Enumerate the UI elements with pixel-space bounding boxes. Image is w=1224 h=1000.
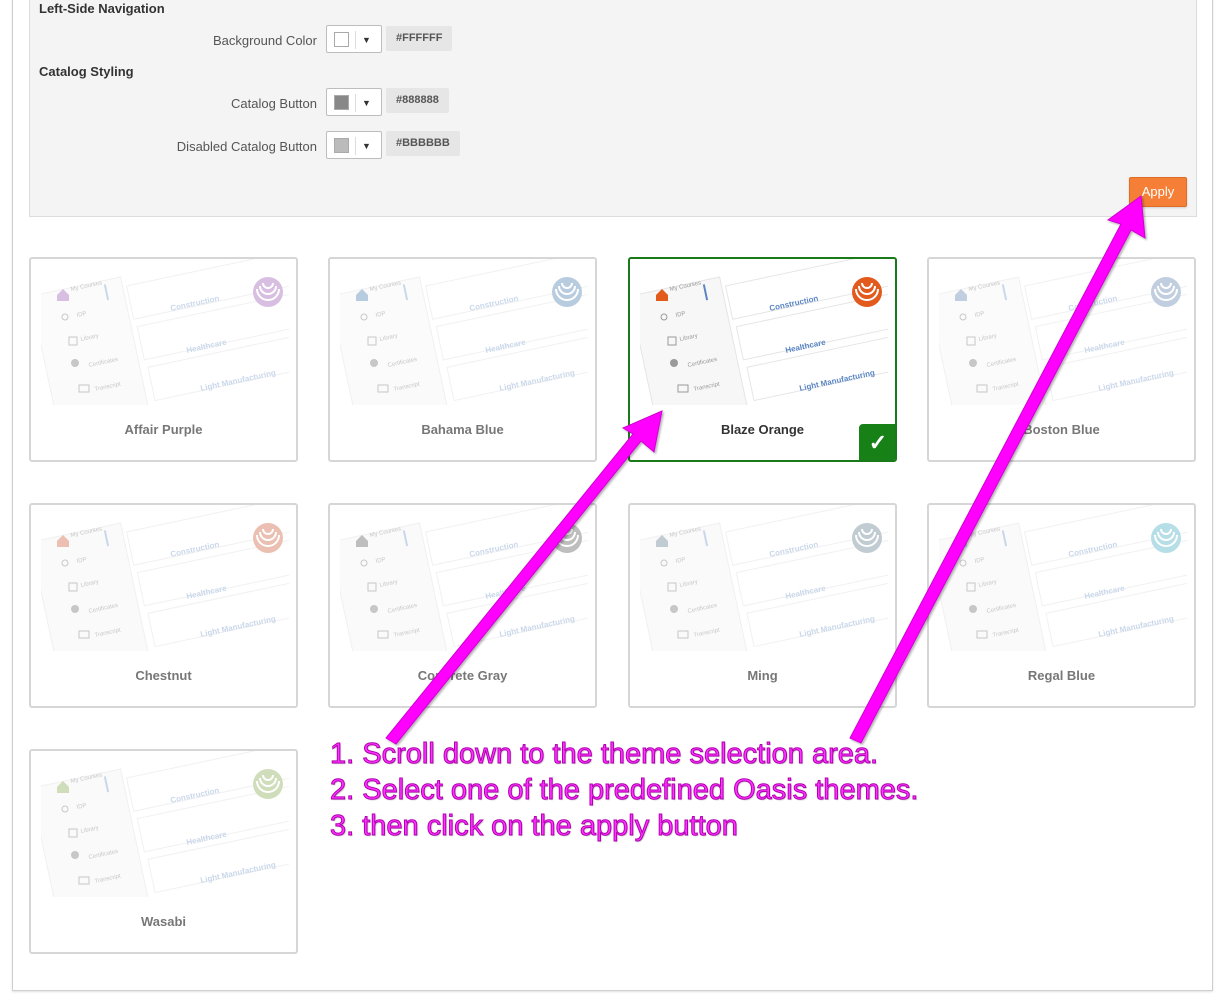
catalog-button-label: Catalog Button [230, 96, 317, 111]
theme-logo-icon [552, 523, 582, 553]
theme-card[interactable]: My Courses IDP Library Certificates Tran… [29, 257, 298, 462]
background-color-hex: #FFFFFF [386, 26, 453, 51]
theme-card[interactable]: My Courses IDP Library Certificates Tran… [628, 503, 897, 708]
chevron-down-icon[interactable]: ▼ [355, 31, 377, 49]
theme-logo-icon [1151, 523, 1181, 553]
theme-name: Regal Blue [1027, 668, 1096, 683]
chevron-down-icon[interactable]: ▼ [355, 94, 377, 112]
theme-name: Wasabi [140, 914, 187, 929]
theme-card[interactable]: My Courses IDP Library Certificates Tran… [927, 257, 1196, 462]
theme-logo-icon [253, 769, 283, 799]
catalog-button-color-picker[interactable]: ▼ [326, 88, 382, 116]
theme-name: Affair Purple [124, 422, 203, 437]
theme-preview: My Courses IDP Library Certificates Tran… [41, 505, 289, 651]
catalog-button-swatch [334, 95, 349, 110]
theme-name: Bahama Blue [421, 422, 504, 437]
theme-preview: My Courses IDP Library Certificates Tran… [640, 259, 888, 405]
settings-panel: Left-Side Navigation Background Color ▼ … [29, 0, 1197, 217]
background-color-label: Background Color [212, 33, 317, 48]
theme-preview: My Courses IDP Library Certificates Tran… [640, 505, 888, 651]
chevron-down-icon[interactable]: ▼ [355, 137, 377, 155]
disabled-catalog-button-color-picker[interactable]: ▼ [326, 131, 382, 159]
disabled-catalog-button-swatch [334, 138, 349, 153]
theme-preview: My Courses IDP Library Certificates Tran… [939, 505, 1187, 651]
theme-card[interactable]: My Courses IDP Library Certificates Tran… [927, 503, 1196, 708]
theme-preview: My Courses IDP Library Certificates Tran… [340, 505, 588, 651]
theme-card[interactable]: My Courses IDP Library Certificates Tran… [328, 503, 597, 708]
theme-name: Boston Blue [1023, 422, 1100, 437]
theme-name: Ming [747, 668, 778, 683]
disabled-catalog-button-hex: #BBBBBB [386, 131, 460, 156]
background-color-swatch [334, 32, 349, 47]
left-nav-section-title: Left-Side Navigation [39, 1, 165, 16]
theme-card[interactable]: My Courses IDP Library Certificates Tran… [328, 257, 597, 462]
annotation-text: 1. Scroll down to the theme selection ar… [329, 736, 919, 844]
theme-preview: My Courses IDP Library Certificates Tran… [41, 259, 289, 405]
theme-name: Concrete Gray [417, 668, 508, 683]
catalog-button-hex: #888888 [386, 88, 449, 113]
theme-name: Blaze Orange [720, 422, 805, 437]
catalog-section-title: Catalog Styling [39, 64, 134, 79]
background-color-picker[interactable]: ▼ [326, 25, 382, 53]
annotation-line-1: 1. Scroll down to the theme selection ar… [329, 738, 879, 771]
theme-logo-icon [1151, 277, 1181, 307]
theme-card[interactable]: My Courses IDP Library Certificates Tran… [29, 749, 298, 954]
theme-logo-icon [852, 523, 882, 553]
theme-preview: My Courses IDP Library Certificates Tran… [939, 259, 1187, 405]
theme-logo-icon [852, 277, 882, 307]
theme-card[interactable]: My Courses IDP Library Certificates Tran… [29, 503, 298, 708]
disabled-catalog-button-label: Disabled Catalog Button [176, 139, 317, 154]
check-icon: ✓ [859, 424, 895, 460]
theme-preview: My Courses IDP Library Certificates Tran… [340, 259, 588, 405]
theme-name: Chestnut [135, 668, 192, 683]
theme-logo-icon [253, 277, 283, 307]
theme-card[interactable]: My Courses IDP Library Certificates Tran… [628, 257, 897, 462]
theme-preview: My Courses IDP Library Certificates Tran… [41, 751, 289, 897]
theme-logo-icon [552, 277, 582, 307]
theme-logo-icon [253, 523, 283, 553]
apply-button[interactable]: Apply [1129, 177, 1187, 207]
annotation-line-3: 3. then click on the apply button [329, 810, 738, 843]
annotation-line-2: 2. Select one of the predefined Oasis th… [329, 774, 919, 807]
